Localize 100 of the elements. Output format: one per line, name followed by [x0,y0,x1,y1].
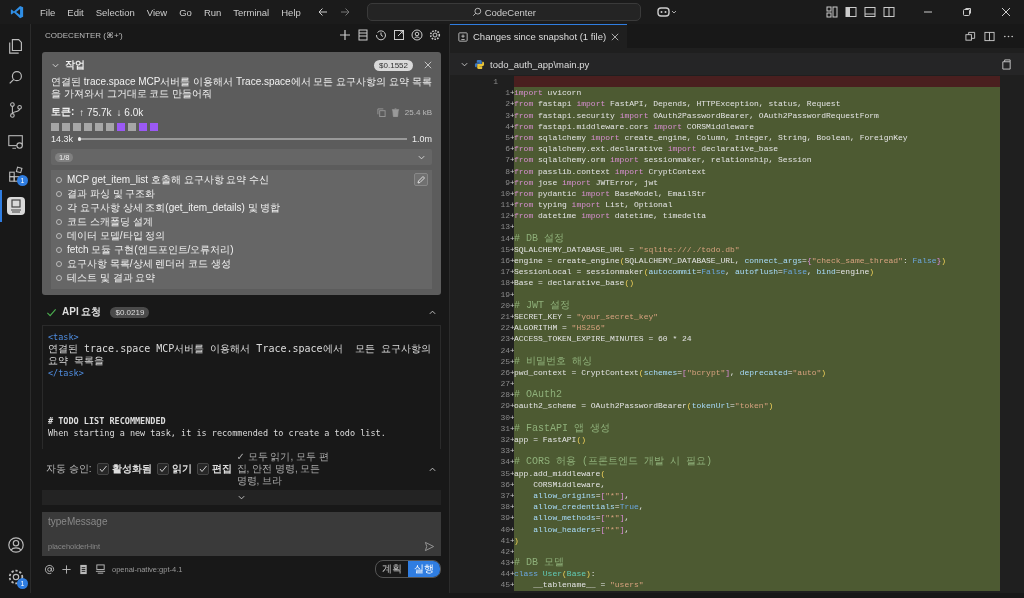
line-number: 31 [500,423,510,433]
line-number: 2 [505,99,510,109]
menu-item[interactable]: Help [275,6,307,18]
line-number: 23 [500,334,510,344]
diff-marker: + [510,110,515,120]
checkbox[interactable] [96,463,109,475]
todo-item: fetch 모듈 구현(엔드포인트/오류처리) [67,243,234,257]
layout-customize-icon[interactable] [826,6,838,18]
line-number: 10 [500,188,510,198]
menu-item[interactable]: Go [173,6,198,18]
line-number: 13 [500,222,510,232]
source-control-icon[interactable] [7,101,25,119]
message-input-field[interactable]: typeMessage [48,516,435,527]
diff-marker: + [510,356,515,366]
app-logo-icon [10,5,24,19]
diff-marker: + [510,457,515,467]
line-number: 30 [500,412,510,422]
line-number: 29 [500,401,510,411]
approved-actions-summary: ✓ 모두 읽기, 모두 편집, 안전 명령, 모든 명령, 브라 [236,451,330,487]
stack-icon[interactable] [357,29,369,41]
api-request-title: API 요청 [62,305,102,319]
checkbox[interactable] [196,463,209,475]
menu-item[interactable]: View [140,6,174,18]
plus-icon[interactable] [61,563,72,575]
codecenter-app-icon[interactable] [6,196,26,216]
search-icon[interactable] [7,69,25,87]
back-icon[interactable] [316,6,329,18]
panel-title: CODECENTER (⌘+') [45,30,123,40]
plus-icon[interactable] [339,29,351,41]
search-field[interactable]: CodeCenter [366,3,641,21]
mode-toggle[interactable]: 계획 [376,561,408,577]
diff-marker: + [510,446,515,456]
todo-item: 테스트 및 결과 요약 [67,271,156,285]
diff-marker: + [510,99,515,109]
compare-icon[interactable] [965,30,976,42]
sidebar-toggle-icon[interactable] [845,6,857,18]
request-text: 연결된 trace.space MCP서버를 이용해서 Trace.space에서 모든 요구사항의 요약 목록을 [48,343,432,366]
tokens-in: ↑ 75.7k [79,106,112,118]
diff-marker: + [510,278,515,288]
settings-icon[interactable] [7,568,25,586]
file-path: todo_auth_app\main.py [490,58,590,70]
settings-icon[interactable] [429,29,441,41]
checkbox[interactable] [156,463,169,475]
menu-item[interactable]: Terminal [227,6,276,18]
diff-marker: + [510,177,515,187]
line-number: 45 [500,580,510,590]
mention-icon[interactable] [44,563,55,575]
files-icon[interactable] [7,37,25,55]
panel-toggle-icon[interactable] [864,6,876,18]
history-icon[interactable] [375,29,387,41]
search-icon [471,7,482,17]
line-number: 8 [505,166,510,176]
copilot-icon[interactable] [656,6,679,18]
line-number: 17 [500,267,510,277]
menu-item[interactable]: File [34,6,62,18]
account-icon[interactable] [7,536,25,554]
close-icon[interactable] [1000,6,1012,18]
diff-marker: + [510,222,515,232]
menu-item[interactable]: Selection [89,6,141,18]
line-number: 15 [500,244,510,254]
line-number: 1 [505,88,510,98]
diff-marker: + [510,166,515,176]
menu-item[interactable]: Run [197,6,228,18]
diff-marker: + [510,569,515,579]
menu-item[interactable]: Edit [61,6,90,18]
todo-item: 코드 스캐폴딩 설계 [67,215,153,229]
remote-explorer-icon[interactable] [7,133,25,151]
todo-item: 결과 파싱 및 구조화 [67,187,156,201]
line-number: 39 [500,513,510,523]
split-editor-icon[interactable] [984,30,995,42]
open-external-icon[interactable] [393,29,405,41]
restore-icon[interactable] [961,6,973,18]
line-number: 26 [500,367,510,377]
document-icon[interactable] [78,563,89,575]
line-number: 36 [500,479,510,489]
diff-marker: + [510,256,515,265]
forward-icon[interactable] [338,6,351,18]
mode-toggle[interactable]: 실행 [408,561,440,577]
model-icon[interactable] [95,563,106,575]
split-layout-icon[interactable] [883,6,895,18]
diff-marker: + [510,423,515,433]
line-number: 7 [505,155,510,165]
editor-tab[interactable]: Changes since snapshot (1 file) [450,24,628,48]
account-icon[interactable] [411,29,423,41]
line-number: 12 [500,211,510,221]
diff-marker: + [510,401,515,411]
line-number: 19 [500,289,510,299]
line-number: 18 [500,278,510,288]
line-number: 33 [500,446,510,456]
line-number: 35 [500,468,510,478]
line-number: 24 [500,345,510,355]
open-file-icon[interactable] [1001,58,1012,70]
diff-marker: + [510,435,515,444]
diff-marker: + [510,211,515,221]
line-number: 3 [505,110,510,120]
diff-marker: + [510,490,515,500]
diff-marker: + [510,580,515,590]
send-icon[interactable] [424,541,435,552]
close-icon[interactable] [611,32,620,41]
line-number: 16 [500,256,510,265]
